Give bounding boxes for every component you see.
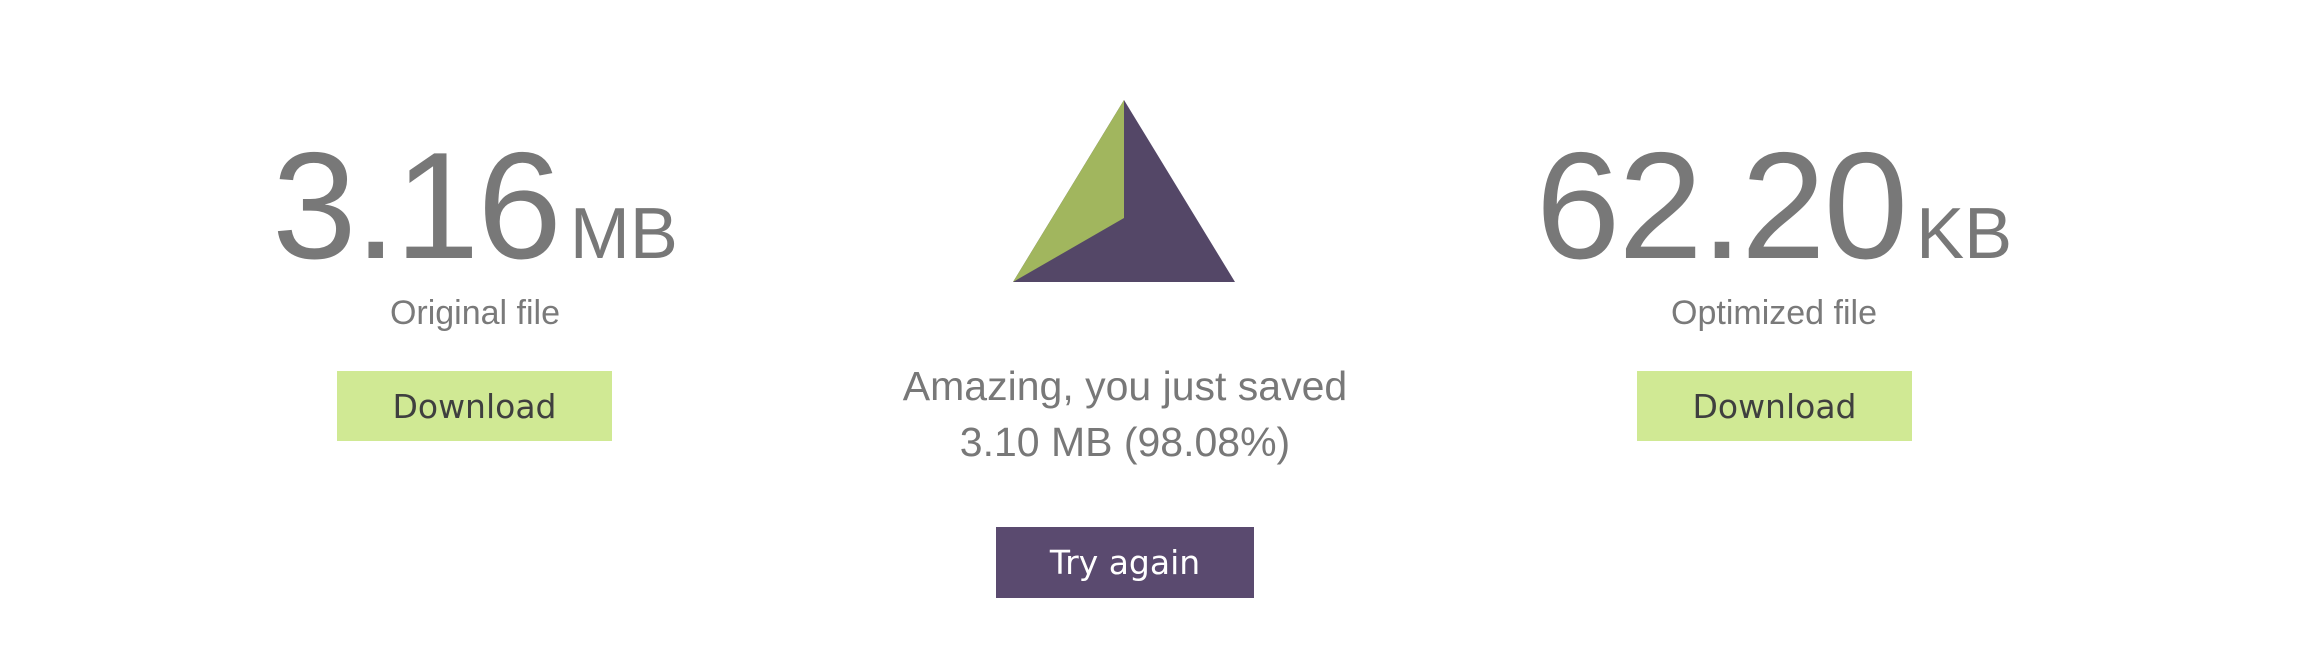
optimized-size-number: 62.20: [1535, 121, 1908, 291]
download-optimized-button[interactable]: Download: [1637, 371, 1912, 441]
optimized-file-caption: Optimized file: [1671, 294, 1877, 332]
triangle-logo-icon: [1013, 100, 1235, 282]
optimized-file-size: 62.20 KB Optimized file: [1474, 130, 2074, 333]
download-original-button[interactable]: Download: [337, 371, 612, 441]
optimized-size-value: 62.20 KB: [1536, 130, 2012, 282]
savings-message: Amazing, you just saved 3.10 MB (98.08%): [825, 358, 1425, 470]
optimized-size-unit: KB: [1916, 194, 2013, 274]
original-size-unit: MB: [569, 194, 678, 274]
original-size-number: 3.16: [272, 121, 562, 291]
original-file-size: 3.16 MB Original file: [175, 130, 775, 333]
savings-headline: Amazing, you just saved: [902, 363, 1348, 409]
try-again-button[interactable]: Try again: [996, 527, 1254, 598]
savings-amount: 3.10 MB (98.08%): [959, 419, 1291, 465]
original-file-caption: Original file: [389, 294, 561, 332]
original-size-value: 3.16 MB: [272, 130, 678, 282]
